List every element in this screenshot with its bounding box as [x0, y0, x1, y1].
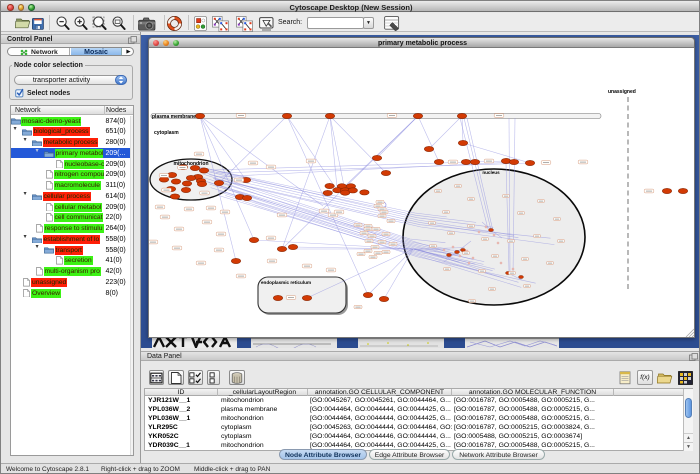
svg-text:plasma membrane: plasma membrane: [152, 114, 196, 120]
svg-text:endoplasmic reticulum: endoplasmic reticulum: [261, 280, 311, 285]
svg-text:cytoplasm: cytoplasm: [154, 130, 179, 136]
svg-text:mitochondrion: mitochondrion: [174, 161, 209, 167]
svg-text:nucleus: nucleus: [482, 170, 500, 175]
svg-text:unassigned: unassigned: [608, 89, 636, 95]
